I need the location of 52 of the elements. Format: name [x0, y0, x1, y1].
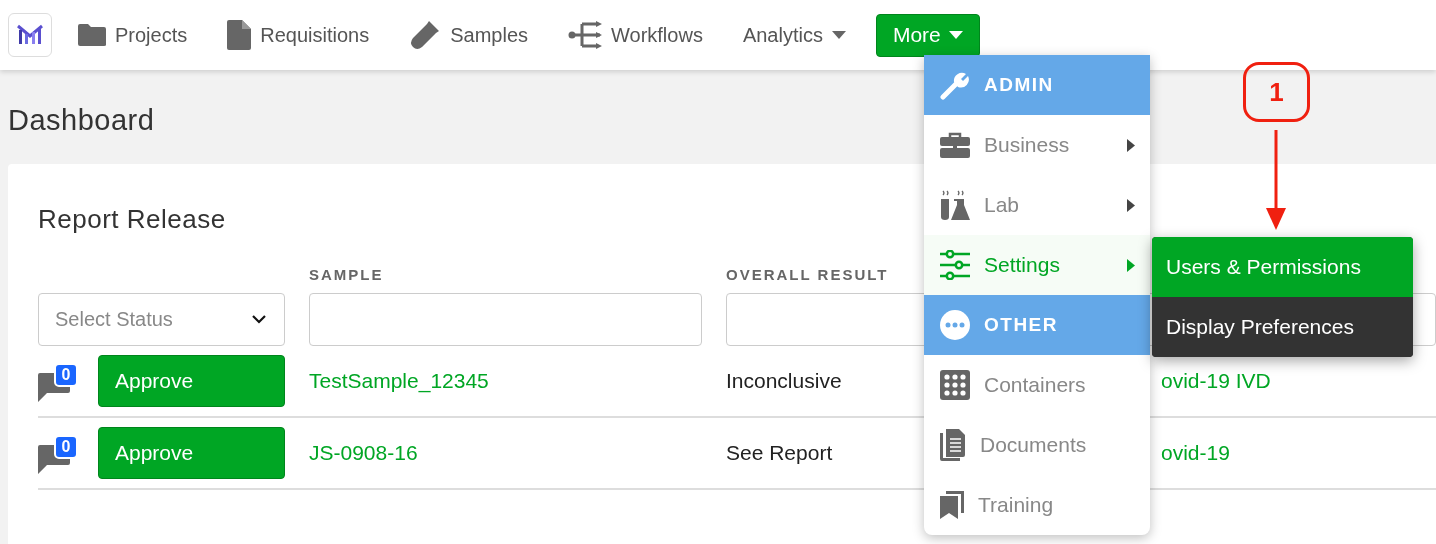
nav-link[interactable]: Workflows [568, 21, 703, 49]
submenu-item[interactable]: Display Preferences [1152, 297, 1413, 357]
submenu-arrow-icon [1127, 199, 1135, 212]
submenu-item[interactable]: Users & Permissions [1152, 237, 1413, 297]
comment-count-badge: 0 [54, 435, 78, 459]
menu-item[interactable]: Containers [924, 355, 1150, 415]
chevron-down-icon [252, 315, 266, 324]
menu-section-header: ADMIN [924, 55, 1150, 115]
caret-icon [831, 31, 846, 39]
approve-button[interactable]: Approve [98, 427, 285, 479]
documents-icon [940, 429, 966, 461]
briefcase-icon [940, 132, 970, 158]
approve-button[interactable]: Approve [98, 355, 285, 407]
menu-item[interactable]: Business [924, 115, 1150, 175]
nav-link[interactable]: Requisitions [227, 20, 370, 50]
result-text: See Report [726, 441, 833, 465]
submenu-arrow-icon [1127, 259, 1135, 272]
status-select[interactable]: Select Status [38, 293, 285, 346]
bookmarks-icon [940, 491, 964, 519]
more-button[interactable]: More [875, 13, 980, 57]
step-number-callout: 1 [1243, 62, 1310, 122]
result-text: Inconclusive [726, 369, 842, 393]
menu-item[interactable]: Documents [924, 415, 1150, 475]
menu-item[interactable]: Training [924, 475, 1150, 535]
sample-filter-field[interactable] [309, 293, 702, 346]
caret-icon [948, 31, 963, 39]
test-tube-icon [409, 19, 442, 51]
ellipsis-icon [940, 310, 970, 340]
logo[interactable] [8, 13, 52, 57]
menu-section-header: OTHER [924, 295, 1150, 355]
menu-item[interactable]: Settings [924, 235, 1150, 295]
test-link[interactable]: ovid-19 [1161, 441, 1436, 465]
menu-item[interactable]: Lab [924, 175, 1150, 235]
sample-link[interactable]: JS-0908-16 [309, 441, 418, 465]
comment-count-badge: 0 [54, 363, 78, 387]
nav-link[interactable]: Analytics [742, 23, 846, 47]
document-icon [227, 20, 252, 50]
page-title: Dashboard [8, 104, 156, 138]
column-header: OVERALL RESULT [726, 265, 889, 283]
grid-icon [940, 370, 970, 400]
nav-link[interactable]: Samples [409, 19, 528, 51]
sliders-icon [940, 250, 970, 280]
branching-arrows-icon [568, 21, 602, 49]
column-header: SAMPLE [309, 265, 384, 283]
sample-link[interactable]: TestSample_12345 [309, 369, 489, 393]
folder-icon [78, 23, 106, 47]
card-title: Report Release [38, 203, 226, 235]
wrench-icon [940, 70, 970, 100]
nav-link[interactable]: Projects [78, 23, 188, 47]
flasks-icon [940, 189, 970, 221]
test-link[interactable]: ovid-19 IVD [1161, 369, 1436, 393]
submenu-arrow-icon [1127, 139, 1135, 152]
